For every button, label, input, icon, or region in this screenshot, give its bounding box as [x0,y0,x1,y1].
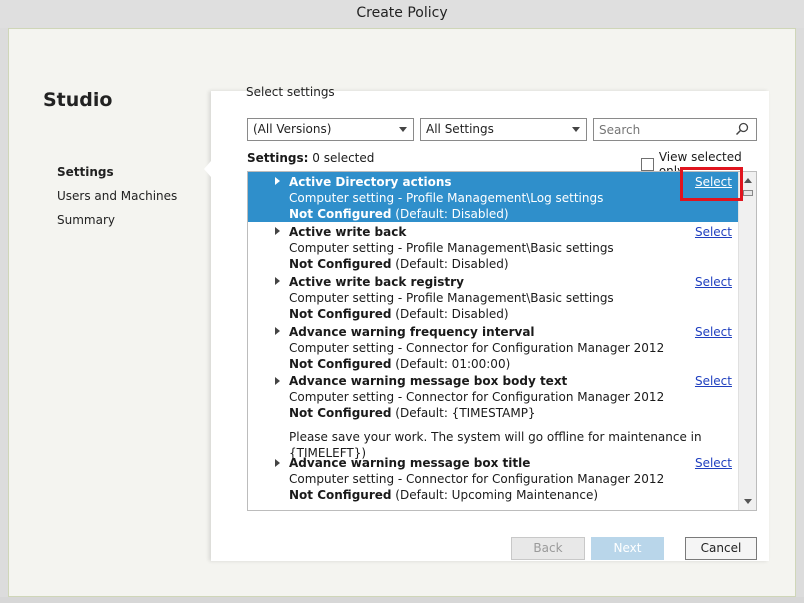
select-link[interactable]: Select [695,174,732,190]
scroll-thumb[interactable] [743,190,753,196]
select-link[interactable]: Select [695,274,732,290]
setting-default-extra: Please save your work. The system will g… [289,430,702,460]
cancel-button[interactable]: Cancel [685,537,757,560]
expand-triangle-icon[interactable] [275,277,280,285]
expand-triangle-icon[interactable] [275,459,280,467]
bottom-edge [0,597,804,603]
select-link[interactable]: Select [695,224,732,240]
list-item[interactable]: Active Directory actions Computer settin… [248,172,738,222]
setting-name: Active write back registry [289,275,464,289]
list-item[interactable]: Active write back registry Computer sett… [248,272,738,322]
setting-status: Not Configured (Default: Disabled) [289,307,509,321]
settings-filter-dropdown[interactable]: All Settings [420,118,587,141]
settings-count-value: 0 selected [312,151,375,165]
setting-path: Computer setting - Connector for Configu… [289,341,665,355]
chevron-down-icon [572,127,580,132]
expand-triangle-icon[interactable] [275,327,280,335]
list-item[interactable]: Active write back Computer setting - Pro… [248,222,738,272]
setting-path: Computer setting - Profile Management\Lo… [289,191,604,205]
scroll-up-arrow-icon[interactable] [744,178,752,183]
expand-triangle-icon[interactable] [275,377,280,385]
left-panel: Studio Settings Users and Machines Summa… [9,29,209,596]
expand-triangle-icon[interactable] [275,177,280,185]
setting-status: Not Configured (Default: Upcoming Mainte… [289,488,599,502]
back-button[interactable]: Back [511,537,585,560]
setting-status: Not Configured (Default: Disabled) [289,257,509,271]
setting-status: Not Configured (Default: 01:00:00) [289,357,511,371]
studio-brand: Studio [43,89,113,111]
wizard-nav: Settings Users and Machines Summary [57,163,177,235]
scroll-down-arrow-icon[interactable] [744,499,752,504]
setting-name: Advance warning frequency interval [289,325,535,339]
settings-list: Active Directory actions Computer settin… [247,171,757,511]
settings-selected-count: Settings: 0 selected [247,151,374,165]
create-policy-dialog: Studio Settings Users and Machines Summa… [8,28,796,597]
select-link[interactable]: Select [695,455,732,471]
settings-panel: Select settings (All Versions) All Setti… [204,85,769,561]
setting-status: Not Configured (Default: Disabled) [289,207,509,221]
search-icon[interactable] [735,122,749,136]
list-item[interactable]: Advance warning message box body text Co… [248,372,738,460]
settings-filter-dropdown-value: All Settings [426,122,494,136]
setting-path: Computer setting - Profile Management\Ba… [289,241,614,255]
section-title: Select settings [246,85,335,99]
search-input[interactable] [593,118,757,141]
setting-path: Computer setting - Profile Management\Ba… [289,291,614,305]
setting-name: Active write back [289,225,407,239]
nav-item-summary[interactable]: Summary [57,211,177,235]
list-item[interactable]: Advance warning frequency interval Compu… [248,322,738,372]
setting-name: Active Directory actions [289,175,452,189]
chevron-down-icon [399,127,407,132]
versions-dropdown-value: (All Versions) [253,122,332,136]
list-scrollbar[interactable] [738,172,756,510]
view-selected-only-checkbox[interactable] [641,157,654,171]
list-item[interactable]: Advance warning message box title Comput… [248,454,738,504]
nav-item-users-and-machines[interactable]: Users and Machines [57,187,177,211]
setting-status: Not Configured (Default: {TIMESTAMP} [289,406,536,420]
setting-name: Advance warning message box title [289,456,531,470]
select-link[interactable]: Select [695,373,732,389]
window-title: Create Policy [0,0,804,28]
expand-triangle-icon[interactable] [275,227,280,235]
settings-count-label: Settings: [247,151,309,165]
setting-path: Computer setting - Connector for Configu… [289,390,665,404]
nav-item-settings[interactable]: Settings [57,163,177,187]
select-link[interactable]: Select [695,324,732,340]
setting-path: Computer setting - Connector for Configu… [289,472,665,486]
versions-dropdown[interactable]: (All Versions) [247,118,414,141]
next-button[interactable]: Next [591,537,664,560]
setting-name: Advance warning message box body text [289,374,568,388]
